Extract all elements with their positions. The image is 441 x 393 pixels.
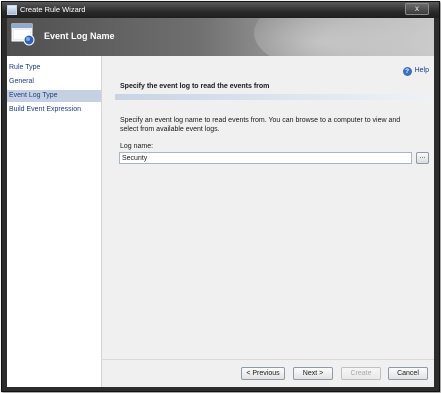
header-banner: Event Log Name — [7, 18, 434, 56]
wizard-client-area: Event Log Name Rule Type General Event L… — [7, 18, 434, 387]
banner-decoration — [254, 18, 434, 56]
footer-divider — [101, 359, 434, 360]
window-app-icon — [7, 5, 17, 15]
title-bar[interactable]: Create Rule Wizard x — [2, 2, 439, 18]
create-button: Create — [341, 367, 381, 380]
close-button[interactable]: x — [405, 3, 429, 15]
help-icon: ? — [402, 67, 412, 76]
next-button[interactable]: Next > — [293, 367, 333, 380]
browse-button[interactable]: ... — [416, 152, 429, 164]
log-name-input[interactable] — [119, 152, 412, 164]
wizard-window: Create Rule Wizard x Event Log Name Rule… — [1, 1, 440, 392]
close-icon: x — [415, 4, 419, 13]
sidebar-item-general[interactable]: General — [7, 76, 101, 88]
cancel-button[interactable]: Cancel — [388, 367, 428, 380]
previous-button[interactable]: < Previous — [241, 367, 285, 380]
help-label: Help — [414, 67, 429, 74]
section-heading: Specify the event log to read the events… — [120, 83, 270, 90]
event-log-wizard-icon — [11, 23, 35, 46]
help-link[interactable]: ? Help — [402, 67, 429, 76]
sidebar-item-rule-type[interactable]: Rule Type — [7, 62, 101, 74]
wizard-steps-sidebar: Rule Type General Event Log Type Build E… — [7, 56, 102, 387]
window-title: Create Rule Wizard — [20, 5, 86, 14]
sidebar-item-event-log-type[interactable]: Event Log Type — [7, 90, 101, 102]
page-title: Event Log Name — [44, 31, 115, 41]
description-text: Specify an event log name to read events… — [120, 117, 401, 133]
log-name-label: Log name: — [120, 143, 154, 150]
section-divider — [115, 94, 428, 100]
sidebar-item-build-event-expression[interactable]: Build Event Expression — [7, 104, 101, 116]
wizard-content: ? Help Specify the event log to read the … — [101, 56, 434, 387]
